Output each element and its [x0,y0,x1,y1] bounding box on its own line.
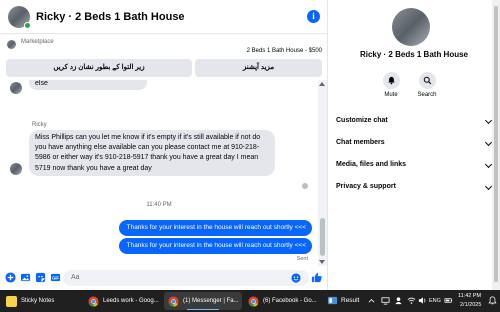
search-result-icon[interactable] [327,295,338,306]
chat-panel: Ricky · 2 Beds 1 Bath House i Marketplac… [0,0,328,290]
section-label: Chat members [336,139,385,146]
chevron-down-icon [484,116,493,125]
search-result-label[interactable]: Result [341,297,359,304]
read-receipt-avatar [302,183,308,189]
messenger-window: Ricky · 2 Beds 1 Bath House i Marketplac… [0,0,500,290]
scroll-down-arrow[interactable] [319,260,325,264]
marketplace-banner: Marketplace 2 Beds 1 Bath House - $500 ز… [0,35,328,80]
taskbar: Sticky Notes Leeds work - Goog... (1) Me… [0,290,500,312]
page-scrollbar[interactable] [492,0,500,290]
marketplace-avatar [7,40,16,49]
scrollbar-thumb[interactable] [320,218,325,256]
battery-icon[interactable] [444,296,453,305]
section-label: Media, files and links [336,161,407,168]
message-bubble: Miss Phillips can you let me know if it'… [29,130,275,176]
more-options-button[interactable]: مزید آپشنز [195,59,322,77]
language-indicator[interactable]: ENG [429,298,441,304]
outgoing-message: Thanks for your interest in the house wi… [118,220,312,236]
taskbar-chrome-leeds[interactable]: Leeds work - Goog... [84,292,162,310]
message-text: else [35,80,48,87]
message-text: Thanks for your interest in the house wi… [126,224,306,231]
chevron-down-icon [484,138,493,147]
search-label: Search [417,92,437,98]
profile-name: Ricky · 2 Beds 1 Bath House [359,50,469,59]
profile-avatar[interactable] [392,8,430,46]
message-bubble: else [29,80,147,90]
taskbar-label: (6) Facebook - Go... [263,298,317,304]
plus-icon[interactable] [5,272,16,283]
chrome-icon [248,295,259,307]
section-privacy-support[interactable]: Privacy & support [336,177,493,197]
bell-icon [387,76,395,85]
mark-as-pending-button[interactable]: زیر التوا کے بطور نشان زد کریں [6,59,192,77]
listing-title[interactable]: 2 Beds 1 Bath House - $500 [247,48,322,54]
chevron-down-icon [484,160,493,169]
taskbar-label: Sticky Notes [21,298,55,304]
network-icon[interactable] [381,296,390,305]
message-text: Thanks for your interest in the house wi… [126,242,306,249]
image-icon[interactable] [20,272,31,283]
notification-bell-icon[interactable] [488,296,497,305]
sender-avatar[interactable] [10,163,22,175]
section-label: Customize chat [336,117,388,124]
svg-text:GIF: GIF [52,275,59,280]
taskbar-label: (1) Messenger | Fa... [183,298,239,304]
people-icon[interactable] [394,296,403,305]
gif-icon[interactable]: GIF [50,272,61,283]
marketplace-label: Marketplace [21,39,54,45]
sticky-notes-icon [6,295,17,307]
page-scrollbar-thumb[interactable] [494,6,498,282]
online-indicator [24,21,31,29]
taskbar-chrome-messenger[interactable]: (1) Messenger | Fa... [164,292,242,310]
avatar[interactable] [8,5,31,29]
mute-label: Mute [384,92,398,98]
clock-date[interactable]: 2/1/2025 [460,302,481,308]
info-icon[interactable]: i [307,10,320,23]
like-icon[interactable] [311,272,322,283]
sticker-icon[interactable] [35,272,46,283]
taskbar-chrome-facebook[interactable]: (6) Facebook - Go... [244,292,322,310]
message-status: Sent [296,256,308,262]
section-media-files-links[interactable]: Media, files and links [336,155,493,175]
message-text: Miss Phillips can you let me know if it'… [35,134,261,172]
section-customize-chat[interactable]: Customize chat [336,111,493,131]
emoji-icon[interactable] [291,273,301,283]
active-indicator [187,308,219,310]
taskbar-sticky-notes[interactable]: Sticky Notes [2,292,82,310]
chevron-down-icon [484,182,493,191]
search-button[interactable]: Search [407,72,447,98]
chat-scrollbar[interactable] [318,80,327,266]
message-list: else Ricky Miss Phillips can you let me … [0,80,318,266]
mute-button[interactable]: Mute [371,72,411,98]
taskbar-label: Leeds work - Goog... [103,298,159,304]
chat-title[interactable]: Ricky · 2 Beds 1 Bath House [36,11,185,23]
clock-time[interactable]: 11:42 PM [458,293,481,299]
chrome-icon [88,295,99,307]
time-divider: 11:40 PM [146,202,172,208]
section-label: Privacy & support [336,183,396,190]
scroll-up-arrow[interactable] [319,82,325,86]
sender-avatar[interactable] [10,82,22,94]
wifi-icon[interactable] [407,296,416,305]
section-chat-members[interactable]: Chat members [336,133,493,153]
message-input[interactable]: Aa [63,270,309,286]
conversation-details-panel: Ricky · 2 Beds 1 Bath House Mute Search … [328,0,500,290]
composer: GIF Aa [0,266,328,290]
chrome-icon [168,295,179,307]
chat-header: Ricky · 2 Beds 1 Bath House i [0,0,328,34]
volume-icon[interactable] [418,296,427,305]
search-icon [423,76,431,85]
chevron-up-icon[interactable] [368,297,375,304]
outgoing-message: Thanks for your interest in the house wi… [118,238,312,254]
sender-name: Ricky [32,122,47,128]
